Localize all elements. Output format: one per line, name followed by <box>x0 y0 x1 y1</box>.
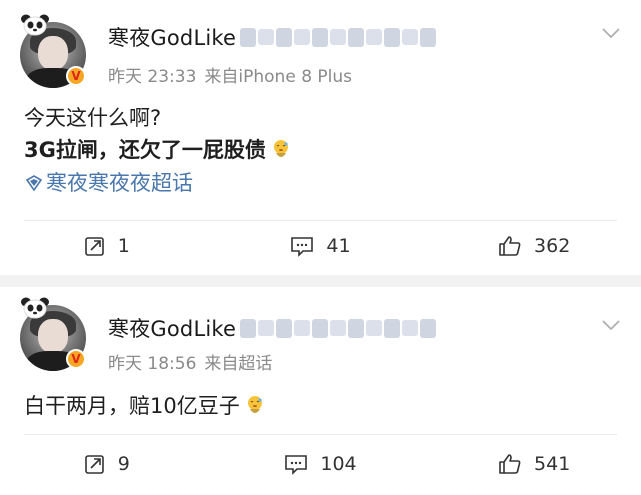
repost-count: 9 <box>117 453 130 475</box>
weibo-feed: V 寒夜GodLike 昨天 23:33 来自iPhone 8 Plus 今天这什… <box>0 0 641 495</box>
post-source: 来自超话 <box>204 354 273 374</box>
post-time: 昨天 23:33 <box>108 67 197 87</box>
username[interactable]: 寒夜GodLike <box>108 22 236 52</box>
chevron-down-icon[interactable] <box>601 26 621 40</box>
post-content[interactable]: 今天这什么啊? 3G拉闸，还欠了一屁股债 寒夜寒夜夜超话 <box>24 102 290 199</box>
like-button[interactable]: 541 <box>427 452 641 476</box>
comment-count: 104 <box>320 453 357 475</box>
repost-icon <box>84 455 104 474</box>
embarrassed-emoji-icon <box>273 140 288 157</box>
repost-icon <box>84 237 104 256</box>
super-topic-link[interactable]: 寒夜寒夜夜超话 <box>24 167 290 199</box>
post-meta: 昨天 18:56 来自超话 <box>108 349 272 374</box>
username[interactable]: 寒夜GodLike <box>108 313 236 343</box>
blurred-badges <box>240 318 437 338</box>
post-source: 来自iPhone 8 Plus <box>204 67 353 87</box>
comment-icon <box>285 455 308 475</box>
post-content[interactable]: 白干两月，赔10亿豆子 <box>24 390 264 422</box>
avatar[interactable]: V <box>20 297 86 371</box>
blurred-badges <box>240 27 437 47</box>
post-card[interactable]: V 寒夜GodLike 昨天 23:33 来自iPhone 8 Plus 今天这什… <box>0 0 641 275</box>
like-count: 362 <box>534 235 571 257</box>
post-text-line: 3G拉闸，还欠了一屁股债 <box>24 138 266 162</box>
repost-count: 1 <box>117 235 130 257</box>
like-count: 541 <box>534 453 571 475</box>
thumbs-up-icon <box>499 236 521 256</box>
comment-button[interactable]: 41 <box>214 235 428 257</box>
post-time: 昨天 18:56 <box>108 354 197 374</box>
panda-pendant-icon <box>21 297 49 319</box>
comment-count: 41 <box>326 235 351 257</box>
post-header: V 寒夜GodLike 昨天 18:56 来自超话 <box>0 287 641 379</box>
repost-button[interactable]: 9 <box>0 453 214 475</box>
verified-badge-icon: V <box>66 349 86 369</box>
post-text-line: 今天这什么啊? <box>24 106 162 130</box>
chevron-down-icon[interactable] <box>601 318 621 332</box>
post-actions: 1 41 362 <box>0 221 641 271</box>
super-topic-icon <box>25 175 43 191</box>
post-text-line: 白干两月，赔10亿豆子 <box>24 394 240 418</box>
super-topic-label: 寒夜寒夜夜超话 <box>46 171 193 195</box>
panda-pendant-icon <box>21 14 49 36</box>
comment-button[interactable]: 104 <box>214 453 428 475</box>
post-header: V 寒夜GodLike 昨天 23:33 来自iPhone 8 Plus <box>0 0 641 92</box>
post-meta: 昨天 23:33 来自iPhone 8 Plus <box>108 62 352 87</box>
post-card[interactable]: V 寒夜GodLike 昨天 18:56 来自超话 白干两月，赔10亿豆子 9 … <box>0 287 641 495</box>
verified-badge-icon: V <box>66 66 86 86</box>
thumbs-up-icon <box>499 454 521 474</box>
like-button[interactable]: 362 <box>427 234 641 258</box>
comment-icon <box>291 237 314 257</box>
repost-button[interactable]: 1 <box>0 235 214 257</box>
divider <box>24 434 617 435</box>
avatar[interactable]: V <box>20 14 86 88</box>
post-actions: 9 104 541 <box>0 439 641 489</box>
embarrassed-emoji-icon <box>247 396 262 413</box>
